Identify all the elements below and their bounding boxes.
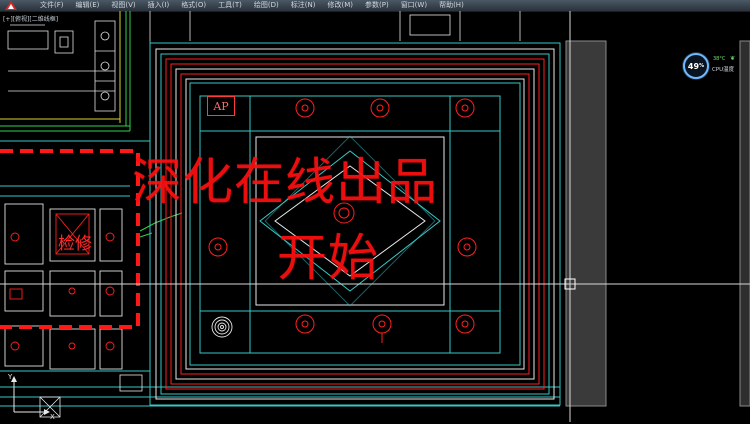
menu-window[interactable]: 窗口(W) bbox=[395, 0, 433, 11]
menu-parametric[interactable]: 参数(P) bbox=[359, 0, 395, 11]
menu-file[interactable]: 文件(F) bbox=[34, 0, 70, 11]
leaf-icon: ❦ bbox=[730, 55, 736, 62]
menu-draw[interactable]: 绘图(D) bbox=[248, 0, 285, 11]
top-walls bbox=[149, 11, 521, 41]
cpu-usage-unit: % bbox=[699, 63, 705, 69]
menu-insert[interactable]: 插入(I) bbox=[142, 0, 176, 11]
left-furniture bbox=[7, 20, 116, 112]
cpu-temperature-label: CPU温度 bbox=[712, 67, 735, 73]
inspection-hatch-label: 检修 bbox=[58, 234, 92, 254]
menu-dimension[interactable]: 标注(N) bbox=[285, 0, 322, 11]
ceiling-speaker-icon bbox=[211, 316, 233, 338]
cpu-usage-ring: 49% bbox=[683, 53, 709, 79]
menu-edit[interactable]: 编辑(E) bbox=[70, 0, 106, 11]
menu-modify[interactable]: 修改(M) bbox=[321, 0, 359, 11]
menu-help[interactable]: 帮助(H) bbox=[433, 0, 470, 11]
viewport-controls-label[interactable]: [+][俯视][二维线框] bbox=[3, 14, 58, 23]
cpu-temperature: 38°C bbox=[713, 56, 726, 62]
watermark-line-1: 深化在线出品 bbox=[132, 153, 438, 211]
ucs-axis-icon: Y X bbox=[6, 370, 66, 421]
app-logo-icon[interactable] bbox=[0, 0, 22, 11]
ucs-y-label: Y bbox=[7, 373, 13, 381]
drawing-canvas[interactable] bbox=[0, 11, 750, 422]
ap-access-point-label: AP bbox=[207, 96, 235, 116]
cpu-usage-value: 49 bbox=[687, 61, 700, 71]
left-yellow-lines bbox=[0, 11, 121, 123]
cpu-monitor-widget[interactable]: 49% 38°C ❦ CPU温度 bbox=[683, 53, 749, 79]
menu-format[interactable]: 格式(O) bbox=[175, 0, 212, 11]
menu-view[interactable]: 视图(V) bbox=[105, 0, 141, 11]
ucs-x-label: X bbox=[50, 413, 55, 420]
watermark-line-2: 开始 bbox=[277, 229, 379, 287]
menu-tools[interactable]: 工具(T) bbox=[212, 0, 248, 11]
right-structure bbox=[0, 11, 750, 422]
